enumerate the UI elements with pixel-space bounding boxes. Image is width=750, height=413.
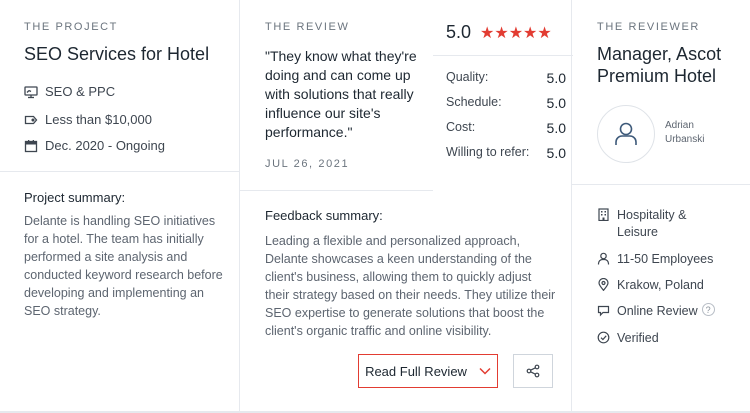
rating-label: Willing to refer:	[446, 145, 530, 159]
read-full-review-button[interactable]: Read Full Review	[358, 354, 498, 388]
rating-label: Quality:	[446, 70, 489, 84]
service-label: SEO & PPC	[45, 84, 116, 99]
feedback-summary-heading: Feedback summary:	[265, 208, 383, 223]
review-divider	[240, 190, 433, 191]
project-summary-text: Delante is handling SEO initiatives for …	[24, 214, 223, 318]
chevron-down-icon	[479, 367, 491, 375]
employees-label: 11-50 Employees	[617, 252, 714, 266]
rating-box: 5.0 ★★★★★ Quality: 5.0 Schedule: 5.0 Cos…	[433, 0, 573, 190]
project-budget: Less than $10,000	[24, 112, 152, 127]
monitor-icon	[24, 85, 38, 98]
rating-value: 5.0	[546, 145, 566, 161]
rating-row-quality: Quality: 5.0	[446, 70, 566, 86]
reviewer-column: THE REVIEWER Manager, Ascot Premium Hote…	[572, 0, 750, 413]
review-eyebrow: THE REVIEW	[265, 21, 350, 33]
rating-row-refer: Willing to refer: 5.0	[446, 145, 566, 161]
avatar	[597, 105, 655, 163]
project-title: SEO Services for Hotel	[24, 44, 210, 64]
reviewer-location: Krakow, Poland	[597, 277, 704, 294]
review-type-label: Online Review	[617, 304, 698, 318]
budget-label: Less than $10,000	[45, 112, 152, 127]
reviewer-industry: Hospitality & Leisure	[597, 207, 727, 241]
location-label: Krakow, Poland	[617, 278, 704, 292]
reviewer-divider	[572, 184, 750, 185]
reviewer-name: Adrian Urbanski	[665, 120, 705, 145]
project-summary-heading: Project summary:	[24, 190, 126, 205]
share-icon	[526, 364, 540, 378]
review-column: THE REVIEW "They know what they're doing…	[239, 0, 573, 413]
review-quote: "They know what they're doing and can co…	[265, 48, 417, 140]
rating-label: Cost:	[446, 120, 476, 134]
chat-bubble-icon	[597, 305, 610, 317]
rating-label: Schedule:	[446, 95, 502, 109]
help-icon[interactable]: ?	[701, 303, 715, 316]
project-eyebrow: THE PROJECT	[24, 21, 118, 33]
rating-row-schedule: Schedule: 5.0	[446, 95, 566, 111]
calendar-icon	[24, 139, 38, 152]
timeline-label: Dec. 2020 - Ongoing	[45, 138, 165, 153]
feedback-summary-text: Leading a flexible and personalized appr…	[265, 234, 556, 338]
rating-value: 5.0	[546, 95, 566, 111]
overall-rating: 5.0	[446, 22, 472, 42]
map-pin-icon	[598, 278, 609, 291]
user-icon	[615, 122, 637, 145]
building-icon	[598, 208, 609, 221]
project-service: SEO & PPC	[24, 84, 115, 99]
rating-divider	[433, 55, 573, 56]
reviewer-verified: Verified	[597, 330, 659, 347]
reviewer-employees: 11-50 Employees	[597, 251, 713, 268]
rating-value: 5.0	[546, 70, 566, 86]
share-button[interactable]	[513, 354, 553, 388]
star-rating-icon: ★★★★★	[480, 25, 552, 42]
project-column: THE PROJECT SEO Services for Hotel SEO &…	[0, 0, 239, 413]
reviewer-eyebrow: THE REVIEWER	[597, 21, 700, 33]
review-date: JUL 26, 2021	[265, 158, 350, 170]
reviewer-review-type: Online Review ?	[597, 303, 715, 320]
check-circle-icon	[597, 331, 610, 344]
project-timeline: Dec. 2020 - Ongoing	[24, 138, 165, 153]
rating-value: 5.0	[546, 120, 566, 136]
read-full-review-label: Read Full Review	[365, 363, 467, 379]
price-tag-icon	[24, 115, 38, 124]
person-icon	[597, 252, 610, 265]
project-divider	[0, 171, 239, 172]
verified-label: Verified	[617, 331, 659, 345]
industry-label: Hospitality & Leisure	[617, 208, 687, 239]
reviewer-title: Manager, Ascot Premium Hotel	[597, 44, 722, 86]
rating-row-cost: Cost: 5.0	[446, 120, 566, 136]
